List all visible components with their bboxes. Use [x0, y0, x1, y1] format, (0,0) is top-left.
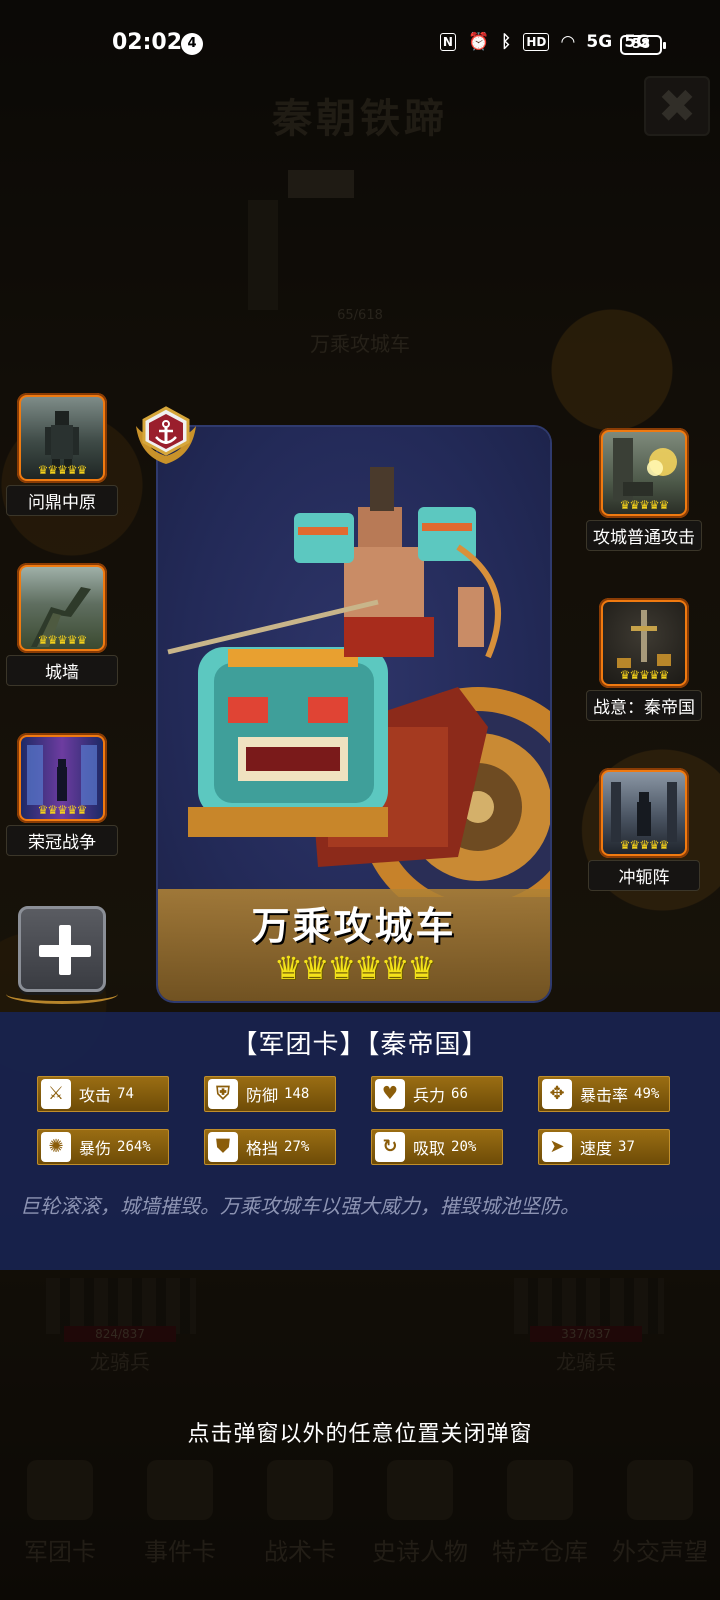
stat-label: 防御 — [246, 1086, 279, 1105]
bluetooth-icon: ᛒ — [501, 32, 512, 52]
add-button-base — [6, 984, 118, 1004]
speed-icon: ➤ — [542, 1132, 572, 1162]
stat-lifesteal: ↻ 吸取 20% — [371, 1129, 503, 1165]
battery-icon: 58 — [620, 35, 666, 55]
stat-value: 148 — [284, 1086, 310, 1102]
slot-label: 城墙 — [6, 655, 118, 686]
slot-frame: ♛♛♛♛♛ — [17, 393, 107, 483]
wall-icon: ♛♛♛♛♛ — [21, 567, 103, 649]
stat-troops: ♥ 兵力 66 — [371, 1076, 503, 1112]
defense-icon: ⛨ — [208, 1079, 238, 1109]
slot-crowns: ♛♛♛♛♛ — [619, 668, 670, 682]
stat-label: 兵力 — [413, 1086, 446, 1105]
sword-icon: ♛♛♛♛♛ — [603, 602, 685, 684]
stat-block: ⛊ 格挡 27% — [204, 1129, 336, 1165]
stat-defense: ⛨ 防御 148 — [204, 1076, 336, 1112]
block-icon: ⛊ — [208, 1132, 238, 1162]
slot-frame: ♛♛♛♛♛ — [599, 598, 689, 688]
stat-value: 27% — [284, 1139, 310, 1155]
stat-label: 格挡 — [246, 1139, 279, 1158]
siege-chariot-illustration — [167, 467, 550, 897]
stat-label: 速度 — [580, 1139, 613, 1158]
siege-attack-icon: ♛♛♛♛♛ — [603, 432, 685, 514]
slot-crowns: ♛♛♛♛♛ — [37, 633, 88, 647]
slot-crowns: ♛♛♛♛♛ — [619, 498, 670, 512]
charge-formation-icon: ♛♛♛♛♛ — [603, 772, 685, 854]
notification-badge: 4 — [181, 33, 203, 55]
nfc-icon: N — [439, 33, 456, 51]
anchor-icon — [136, 406, 196, 464]
left-slot-2[interactable]: ♛♛♛♛♛ 城墙 — [2, 563, 122, 686]
slot-frame: ♛♛♛♛♛ — [599, 768, 689, 858]
stat-value: 66 — [451, 1086, 468, 1102]
status-bar: 02:02 4 N ⏰ ᛒ HD ◠ 5G 5G 58 — [0, 28, 720, 64]
close-hint: 点击弹窗以外的任意位置关闭弹窗 — [187, 1422, 533, 1447]
slot-label: 攻城普通攻击 — [586, 520, 702, 551]
crit-damage-icon: ✺ — [41, 1132, 71, 1162]
slot-crowns: ♛♛♛♛♛ — [37, 803, 88, 817]
slot-label: 冲轭阵 — [588, 860, 700, 891]
stat-value: 74 — [117, 1086, 134, 1102]
attack-icon: ⚔ — [41, 1079, 71, 1109]
slot-frame: ♛♛♛♛♛ — [17, 733, 107, 823]
crit-rate-icon: ✥ — [542, 1079, 572, 1109]
stat-value: 49% — [634, 1086, 660, 1102]
alarm-icon: ⏰ — [467, 32, 490, 52]
status-icons: N ⏰ ᛒ HD ◠ 5G 5G — [439, 32, 650, 52]
left-slot-1[interactable]: ♛♛♛♛♛ 问鼎中原 — [2, 393, 122, 516]
lifesteal-icon: ↻ — [375, 1132, 405, 1162]
hd-icon: HD — [523, 33, 550, 51]
slot-frame: ♛♛♛♛♛ — [17, 563, 107, 653]
glory-war-icon: ♛♛♛♛♛ — [21, 737, 103, 819]
slot-label: 问鼎中原 — [6, 485, 118, 516]
plus-icon-bar — [39, 945, 91, 957]
right-slot-1[interactable]: ♛♛♛♛♛ 攻城普通攻击 — [584, 428, 704, 551]
right-slot-2[interactable]: ♛♛♛♛♛ 战意：秦帝国 — [584, 598, 704, 721]
card-tags: 【军团卡】【秦帝国】 — [231, 1030, 489, 1060]
slot-crowns: ♛♛♛♛♛ — [619, 838, 670, 852]
stat-label: 攻击 — [79, 1086, 112, 1105]
left-slot-3[interactable]: ♛♛♛♛♛ 荣冠战争 — [2, 733, 122, 856]
right-slot-3[interactable]: ♛♛♛♛♛ 冲轭阵 — [584, 768, 704, 891]
stat-speed: ➤ 速度 37 — [538, 1129, 670, 1165]
slot-label: 荣冠战争 — [6, 825, 118, 856]
stat-value: 37 — [618, 1139, 635, 1155]
stat-value: 20% — [451, 1139, 477, 1155]
card-title: 万乘攻城车 — [251, 904, 457, 948]
stat-crit-damage: ✺ 暴伤 264% — [37, 1129, 169, 1165]
wifi-icon: ◠ — [561, 32, 575, 52]
signal-icon-1: 5G — [586, 32, 613, 52]
clock: 02:02 — [112, 30, 183, 55]
stat-crit-rate: ✥ 暴击率 49% — [538, 1076, 670, 1112]
card-rank-crowns: ♛♛♛♛♛♛ — [273, 949, 436, 987]
slot-crowns: ♛♛♛♛♛ — [37, 463, 88, 477]
add-button[interactable] — [18, 906, 106, 992]
warrior-icon: ♛♛♛♛♛ — [21, 397, 103, 479]
stat-value: 264% — [117, 1139, 151, 1155]
stat-label: 吸取 — [413, 1139, 446, 1158]
stat-label: 暴击率 — [580, 1086, 629, 1105]
slot-frame: ♛♛♛♛♛ — [599, 428, 689, 518]
stat-attack: ⚔ 攻击 74 — [37, 1076, 169, 1112]
legion-card: 万乘攻城车 ♛♛♛♛♛♛ — [158, 427, 550, 1001]
slot-label: 战意：秦帝国 — [586, 690, 702, 721]
stat-label: 暴伤 — [79, 1139, 112, 1158]
troops-icon: ♥ — [375, 1079, 405, 1109]
card-description: 巨轮滚滚，城墙摧毁。万乘攻城车以强大威力，摧毁城池坚防。 — [20, 1194, 580, 1218]
